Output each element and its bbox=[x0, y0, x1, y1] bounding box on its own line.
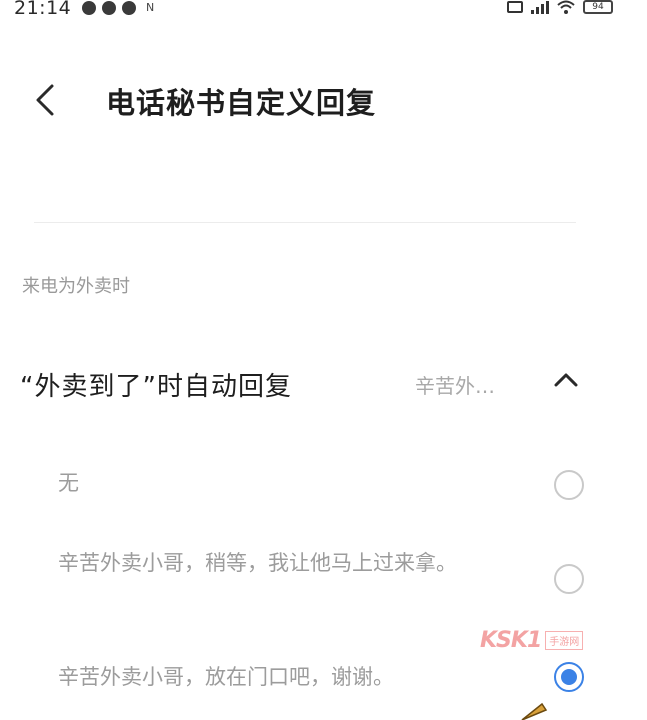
pointer-cursor-icon bbox=[521, 702, 548, 720]
notification-icons: N bbox=[82, 1, 154, 15]
section-label: 来电为外卖时 bbox=[22, 276, 130, 297]
option-label: 辛苦外卖小哥，放在门口吧，谢谢。 bbox=[58, 665, 394, 689]
status-time: 21:14 bbox=[14, 0, 72, 19]
notification-icon bbox=[102, 1, 116, 15]
watermark-logo: KSK1 手游网 bbox=[480, 628, 584, 653]
back-arrow-icon[interactable] bbox=[30, 80, 60, 120]
wifi-icon bbox=[557, 0, 575, 14]
battery-icon: 94 bbox=[583, 0, 613, 14]
setting-current-value: 辛苦外… bbox=[415, 374, 495, 398]
option-label: 无 bbox=[58, 471, 79, 495]
reply-option-wait[interactable]: 辛苦外卖小哥，稍等，我让他马上过来拿。 bbox=[0, 546, 647, 618]
radio-button-selected[interactable] bbox=[554, 662, 584, 692]
nfc-icon: N bbox=[146, 1, 155, 14]
notification-icon bbox=[82, 1, 96, 15]
radio-button[interactable] bbox=[554, 470, 584, 500]
chevron-up-icon[interactable] bbox=[552, 370, 580, 390]
notification-icon bbox=[122, 1, 136, 15]
reply-option-none[interactable]: 无 bbox=[0, 462, 647, 508]
system-icons: 94 bbox=[507, 0, 613, 14]
radio-button[interactable] bbox=[554, 564, 584, 594]
status-bar: 21:14 N 94 bbox=[0, 0, 647, 22]
watermark-sub: 手游网 bbox=[545, 631, 584, 650]
page-title: 电话秘书自定义回复 bbox=[106, 86, 377, 120]
option-label: 辛苦外卖小哥，稍等，我让他马上过来拿。 bbox=[58, 551, 457, 575]
signal-icon bbox=[531, 0, 549, 14]
divider bbox=[34, 222, 576, 223]
auto-reply-setting-row[interactable]: “外卖到了”时自动回复 辛苦外… bbox=[0, 350, 647, 420]
watermark-text: KSK1 bbox=[480, 628, 542, 653]
setting-title: “外卖到了”时自动回复 bbox=[20, 372, 292, 402]
sim-icon bbox=[507, 1, 523, 13]
